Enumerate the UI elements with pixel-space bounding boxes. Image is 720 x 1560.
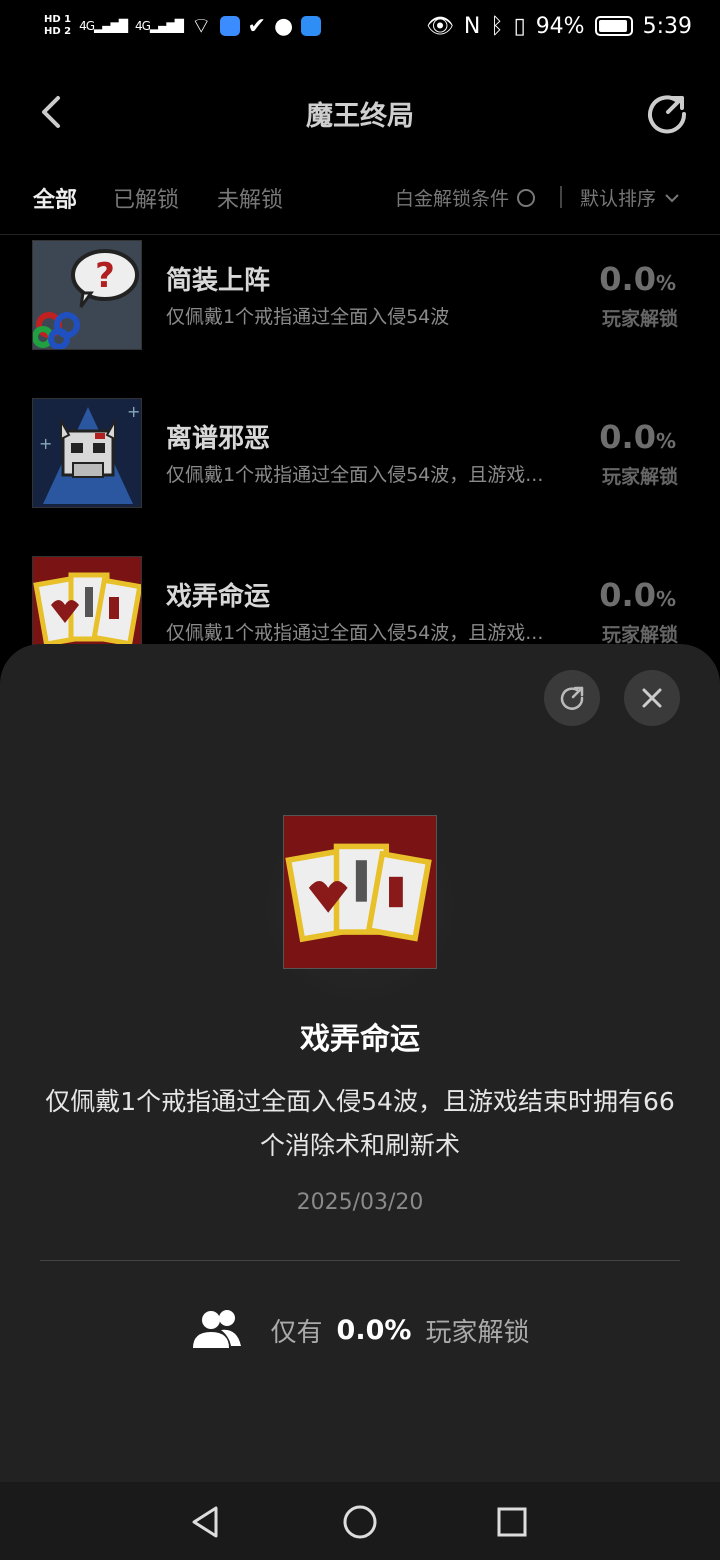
pct-value: 0.0 xyxy=(599,576,656,614)
battery-level xyxy=(598,20,627,32)
page-title: 魔王终局 xyxy=(306,101,414,132)
item-description: 仅佩戴1个戒指通过全面入侵54波，且游戏... xyxy=(166,464,544,486)
status-right: 👁 N ᛒ ▯ 94% 5:39 xyxy=(426,14,692,39)
achievement-date: 2025/03/20 xyxy=(296,1190,424,1215)
status-bar: HD 1 HD 2 4G▂▄▆█ 4G▂▄▆█ ⌔ ✔ ● 👁 N ᛒ ▯ 94… xyxy=(0,0,720,52)
svg-text:+: + xyxy=(39,434,52,453)
eye-icon: 👁 xyxy=(425,13,454,39)
item-description: 仅佩戴1个戒指通过全面入侵54波，且游戏... xyxy=(166,622,544,644)
unlock-percent: 0.0% xyxy=(599,418,676,456)
tab-divider xyxy=(0,234,720,235)
divider xyxy=(40,1260,680,1261)
pct-value: 0.0 xyxy=(599,418,656,456)
chat-icon: ● xyxy=(273,13,294,39)
pct-unit: % xyxy=(655,429,676,453)
item-title: 简装上阵 xyxy=(166,266,271,296)
share-icon xyxy=(560,686,584,710)
check-shield-icon: ✔ xyxy=(247,13,266,39)
wifi-icon: ⌔ xyxy=(190,14,212,39)
share-icon[interactable] xyxy=(646,92,688,134)
hd-indicators: HD 1 HD 2 xyxy=(44,14,71,38)
unlock-label: 玩家解锁 xyxy=(601,308,678,330)
pct-value: 0.0 xyxy=(599,260,656,298)
bluetooth-icon: ᛒ xyxy=(490,13,504,39)
vibrate-icon: ▯ xyxy=(513,13,526,39)
unlock-percent: 0.0% xyxy=(599,576,676,614)
pct-unit: % xyxy=(655,587,676,611)
unlock-label: 玩家解锁 xyxy=(601,624,678,646)
signal2-icon: 4G▂▄▆█ xyxy=(134,19,184,33)
shield-app-icon xyxy=(219,16,240,36)
clock: 5:39 xyxy=(642,13,692,39)
item-description: 仅佩戴1个戒指通过全面入侵54波 xyxy=(166,306,450,328)
nfc-icon: N xyxy=(463,13,481,39)
divider xyxy=(560,186,562,208)
signal1-icon: 4G▂▄▆█ xyxy=(79,19,128,33)
playing-cards-icon xyxy=(283,815,437,969)
sort-dropdown[interactable]: 默认排序 xyxy=(580,184,680,211)
speech-bubble-question-icon: ? xyxy=(32,240,142,350)
unlock-stats: 仅有 0.0% 玩家解锁 xyxy=(0,1308,720,1352)
close-icon xyxy=(642,688,662,708)
battery-icon xyxy=(594,16,633,36)
hd2-label: HD 2 xyxy=(44,26,72,37)
tab-locked[interactable]: 未解锁 xyxy=(217,182,283,214)
users-icon xyxy=(192,1310,241,1348)
horned-skull-icon: + + xyxy=(32,398,142,508)
platinum-label: 白金解锁条件 xyxy=(395,188,510,210)
tab-bar: 全部 已解锁 未解锁 白金解锁条件 默认排序 xyxy=(0,176,720,220)
close-button[interactable] xyxy=(624,670,680,726)
item-title: 戏弄命运 xyxy=(166,582,271,612)
unlock-prefix: 仅有 xyxy=(270,1317,323,1348)
status-left: HD 1 HD 2 4G▂▄▆█ 4G▂▄▆█ ⌔ ✔ ● xyxy=(44,12,322,40)
unlock-percent: 0.0% xyxy=(336,1314,412,1346)
system-nav-bar xyxy=(0,1482,720,1560)
tab-all[interactable]: 全部 xyxy=(33,182,77,214)
app-header: 魔王终局 xyxy=(0,80,720,146)
unlock-label: 玩家解锁 xyxy=(601,466,678,488)
list-item[interactable]: + + 离谱邪恶 仅佩戴1个戒指通过全面入侵54波，且游戏... 0.0% 玩家… xyxy=(0,398,720,508)
sort-label: 默认排序 xyxy=(580,188,657,210)
unlock-percent: 0.0% xyxy=(599,260,676,298)
home-circle-icon[interactable] xyxy=(340,1502,380,1542)
recents-square-icon[interactable] xyxy=(492,1502,532,1542)
pct-unit: % xyxy=(655,271,676,295)
tab-unlocked[interactable]: 已解锁 xyxy=(113,182,179,214)
net2-label: 4G xyxy=(134,19,151,33)
chevron-down-icon xyxy=(665,193,679,202)
item-title: 离谱邪恶 xyxy=(166,424,271,454)
hd1-label: HD 1 xyxy=(44,14,72,25)
svg-text:?: ? xyxy=(95,256,115,296)
sheet-share-button[interactable] xyxy=(544,670,600,726)
battery-percent: 94% xyxy=(535,13,585,39)
achievement-detail-sheet: 戏弄命运 仅佩戴1个戒指通过全面入侵54波，且游戏结束时拥有66个消除术和刷新术… xyxy=(0,644,720,1482)
unlock-suffix: 玩家解锁 xyxy=(425,1317,530,1348)
achievement-description: 仅佩戴1个戒指通过全面入侵54波，且游戏结束时拥有66个消除术和刷新术 xyxy=(45,1087,675,1160)
list-item[interactable]: ? 简装上阵 仅佩戴1个戒指通过全面入侵54波 0.0% 玩家解锁 xyxy=(0,240,720,350)
svg-text:+: + xyxy=(127,402,140,421)
net1-label: 4G xyxy=(79,19,95,33)
achievement-title: 戏弄命运 xyxy=(300,1022,420,1057)
back-triangle-icon[interactable] xyxy=(186,1502,226,1542)
platinum-filter[interactable]: 白金解锁条件 xyxy=(395,184,536,211)
cloud-app-icon xyxy=(301,16,322,36)
radio-circle-icon xyxy=(517,188,536,207)
